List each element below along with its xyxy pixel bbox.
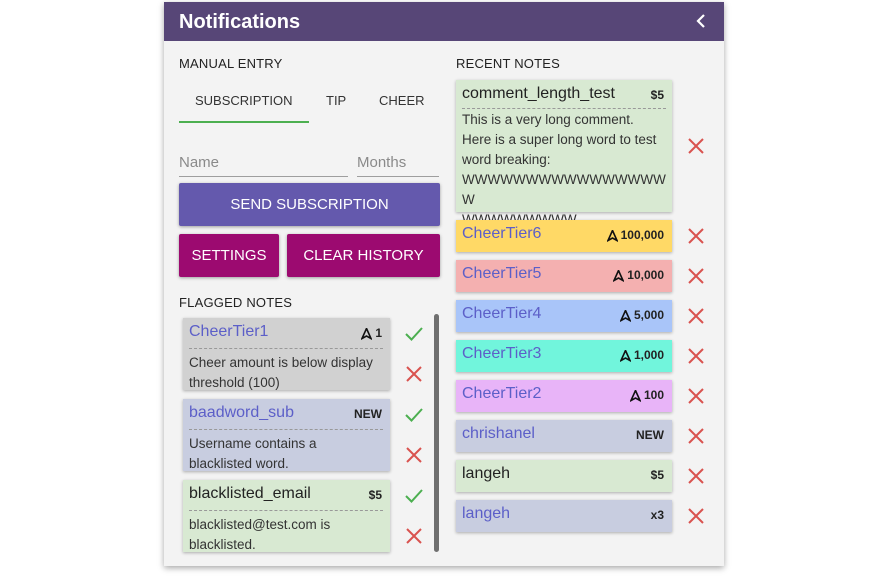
flagged-note-amount: NEW [354, 407, 382, 421]
card-divider [189, 510, 383, 511]
recent-note: comment_length_test $5 This is a very lo… [456, 80, 672, 227]
check-icon[interactable] [405, 407, 423, 423]
recent-note-name[interactable]: chrishanel [462, 425, 535, 443]
active-tab-indicator [179, 121, 309, 123]
recent-note-amount: 10,000 [613, 268, 664, 282]
recent-note: langeh $5 [456, 460, 672, 492]
recent-note: CheerTier3 1,000 [456, 340, 672, 372]
recent-note: langeh x3 [456, 500, 672, 532]
tab-subscription[interactable]: SUBSCRIPTION [195, 93, 293, 108]
recent-note-name[interactable]: CheerTier2 [462, 385, 541, 403]
send-subscription-button[interactable]: SEND SUBSCRIPTION [179, 183, 440, 226]
chevron-left-icon[interactable] [692, 10, 710, 32]
recent-note-amount: 1,000 [619, 348, 664, 362]
flagged-note: blacklisted_email $5 blacklisted@test.co… [183, 480, 390, 552]
close-icon[interactable] [406, 447, 422, 463]
months-input[interactable]: Months [357, 154, 439, 177]
recent-note-amount: 5,000 [619, 308, 664, 322]
card-divider [189, 429, 383, 430]
flagged-note: CheerTier1 1 Cheer amount is below displ… [183, 318, 390, 390]
recent-notes-label: RECENT NOTES [456, 56, 561, 71]
flagged-note-message: Cheer amount is below display threshold (… [189, 355, 373, 390]
flagged-note-amount: 1 [361, 326, 382, 340]
recent-note-name[interactable]: CheerTier6 [462, 225, 541, 243]
card-divider [189, 348, 383, 349]
bits-icon [619, 349, 631, 362]
close-icon[interactable] [688, 428, 704, 444]
recent-note-amount: x3 [650, 508, 664, 522]
recent-note-message: This is a very long comment. Here is a su… [462, 112, 666, 227]
bits-icon [613, 269, 625, 282]
name-input[interactable]: Name [179, 154, 348, 177]
close-icon[interactable] [688, 508, 704, 524]
recent-note: CheerTier2 100 [456, 380, 672, 412]
recent-note-name: langeh [462, 465, 511, 482]
recent-note-amount: $5 [650, 468, 664, 482]
close-icon[interactable] [688, 228, 704, 244]
check-icon[interactable] [405, 488, 423, 504]
close-icon[interactable] [688, 348, 704, 364]
close-icon[interactable] [688, 308, 704, 324]
recent-note-name[interactable]: CheerTier4 [462, 305, 541, 323]
card-divider [462, 108, 666, 109]
close-icon[interactable] [688, 468, 704, 484]
flagged-note-name[interactable]: baadword_sub [189, 404, 294, 422]
bits-icon [619, 309, 631, 322]
recent-note-amount: NEW [636, 428, 664, 442]
flagged-notes-label: FLAGGED NOTES [179, 295, 293, 310]
close-icon[interactable] [688, 388, 704, 404]
flagged-note-name: blacklisted_email [189, 485, 311, 502]
recent-note-name: comment_length_test [462, 85, 615, 102]
tab-cheer[interactable]: CHEER [379, 93, 425, 108]
flagged-scrollbar[interactable] [434, 314, 439, 552]
check-icon[interactable] [405, 326, 423, 342]
recent-note: CheerTier6 100,000 [456, 220, 672, 252]
flagged-note-name[interactable]: CheerTier1 [189, 323, 268, 341]
tab-tip[interactable]: TIP [326, 93, 346, 108]
bits-icon [629, 389, 641, 402]
recent-note: CheerTier5 10,000 [456, 260, 672, 292]
notifications-panel: Notifications MANUAL ENTRY SUBSCRIPTION … [164, 2, 724, 566]
close-icon[interactable] [406, 366, 422, 382]
recent-note-amount: 100 [629, 388, 664, 402]
bits-icon [361, 327, 373, 340]
recent-note-name[interactable]: CheerTier5 [462, 265, 541, 283]
recent-note: chrishanel NEW [456, 420, 672, 452]
recent-note-amount: 100,000 [606, 228, 664, 242]
close-icon[interactable] [688, 138, 704, 154]
flagged-note-message: blacklisted@test.com is blacklisted. [189, 517, 331, 552]
close-icon[interactable] [688, 268, 704, 284]
recent-note: CheerTier4 5,000 [456, 300, 672, 332]
close-icon[interactable] [406, 528, 422, 544]
recent-note-name[interactable]: CheerTier3 [462, 345, 541, 363]
clear-history-button[interactable]: CLEAR HISTORY [287, 234, 440, 277]
flagged-note-amount: $5 [368, 488, 382, 502]
recent-note-amount: $5 [650, 88, 664, 102]
flagged-note-message: Username contains a blacklisted word. [189, 436, 317, 471]
header-bar: Notifications [164, 2, 724, 41]
bits-icon [606, 229, 618, 242]
settings-button[interactable]: SETTINGS [179, 234, 279, 277]
page-title: Notifications [179, 11, 301, 33]
manual-entry-label: MANUAL ENTRY [179, 56, 283, 71]
flagged-note: baadword_sub NEW Username contains a blac… [183, 399, 390, 471]
recent-note-name[interactable]: langeh [462, 505, 510, 523]
